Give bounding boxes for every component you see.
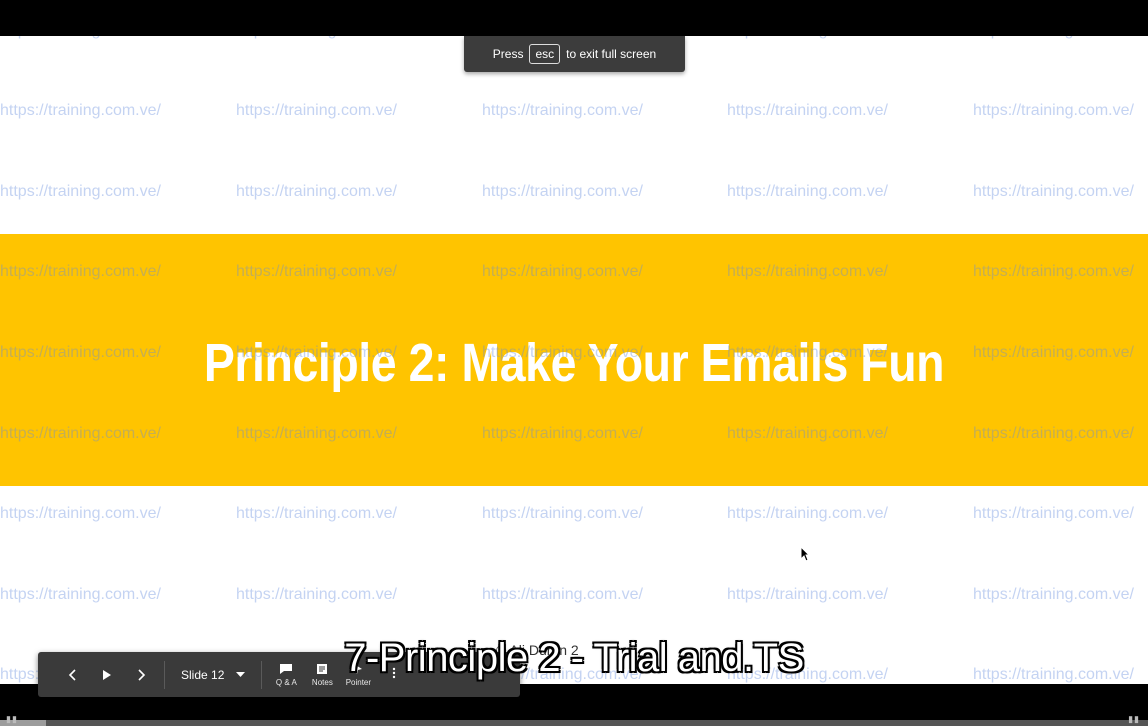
slide-canvas: Principle 2: Make Your Emails Fun © Ali … xyxy=(0,36,1148,684)
watermark-text: https://training.com.ve/ xyxy=(482,102,643,119)
watermark-text: https://training.com.ve/ xyxy=(0,36,161,40)
esc-key-badge: esc xyxy=(529,44,561,64)
watermark-text: https://training.com.ve/ xyxy=(727,102,888,119)
more-tools-button[interactable] xyxy=(376,652,412,697)
play-button[interactable] xyxy=(90,652,124,697)
watermark-text: https://training.com.ve/ xyxy=(727,586,888,603)
watermark-text: https://training.com.ve/ xyxy=(727,505,888,522)
watermark-text: https://training.com.ve/ xyxy=(973,183,1134,200)
watermark-text: https://training.com.ve/ xyxy=(973,102,1134,119)
toast-press-text: Press xyxy=(492,47,524,61)
qa-button[interactable]: Q & A xyxy=(268,652,304,697)
slide-selector[interactable]: Slide 12 xyxy=(171,652,255,697)
notes-icon xyxy=(317,663,328,674)
previous-slide-button[interactable] xyxy=(56,652,90,697)
notes-label: Notes xyxy=(311,677,333,687)
toast-message: to exit full screen xyxy=(566,47,657,61)
divider xyxy=(261,660,263,689)
watermark-text: https://training.com.ve/ xyxy=(973,505,1134,522)
pointer-icon xyxy=(354,663,363,674)
watermark-text: https://training.com.ve/ xyxy=(0,183,161,200)
watermark-text: https://training.com.ve/ xyxy=(727,183,888,200)
next-slide-button[interactable] xyxy=(124,652,158,697)
pointer-label: Pointer xyxy=(345,677,372,687)
chevron-right-icon xyxy=(138,668,146,681)
watermark-text: https://training.com.ve/ xyxy=(236,505,397,522)
watermark-text: https://training.com.ve/ xyxy=(727,666,888,683)
mouse-cursor-icon xyxy=(800,546,810,562)
divider xyxy=(164,660,165,689)
watermark-text: https://training.com.ve/ xyxy=(0,102,161,119)
video-progress-bar[interactable] xyxy=(0,720,1148,726)
fullscreen-icon[interactable]: ▮▮ xyxy=(1128,714,1140,725)
presenter-controls: Slide 12 Q & A Notes Pointer xyxy=(38,652,520,697)
slide-selector-label: Slide 12 xyxy=(181,667,225,682)
watermark-text: https://training.com.ve/ xyxy=(482,183,643,200)
more-icon xyxy=(393,667,396,679)
exit-fullscreen-toast: Press esc to exit full screen xyxy=(464,36,685,72)
notes-button[interactable]: Notes xyxy=(304,652,340,697)
pause-icon[interactable]: ▮▮ xyxy=(6,714,18,725)
watermark-text: https://training.com.ve/ xyxy=(973,666,1134,683)
chat-bubble-icon xyxy=(280,663,293,674)
watermark-text: https://training.com.ve/ xyxy=(482,586,643,603)
chevron-left-icon xyxy=(68,668,76,681)
watermark-text: https://training.com.ve/ xyxy=(727,36,888,40)
watermark-text: https://training.com.ve/ xyxy=(236,102,397,119)
qa-label: Q & A xyxy=(275,677,297,687)
caret-down-icon xyxy=(236,671,246,677)
watermark-text: https://training.com.ve/ xyxy=(0,505,161,522)
watermark-text: https://training.com.ve/ xyxy=(236,586,397,603)
slide-title: Principle 2: Make Your Emails Fun xyxy=(203,333,945,393)
play-icon xyxy=(103,669,111,680)
watermark-text: https://training.com.ve/ xyxy=(482,505,643,522)
top-black-bar xyxy=(0,0,1148,36)
watermark-text: https://training.com.ve/ xyxy=(973,586,1134,603)
pointer-button[interactable]: Pointer xyxy=(340,652,376,697)
watermark-text: https://training.com.ve/ xyxy=(236,36,397,40)
watermark-text: https://training.com.ve/ xyxy=(0,586,161,603)
watermark-text: https://training.com.ve/ xyxy=(973,36,1134,40)
watermark-text: https://training.com.ve/ xyxy=(236,183,397,200)
